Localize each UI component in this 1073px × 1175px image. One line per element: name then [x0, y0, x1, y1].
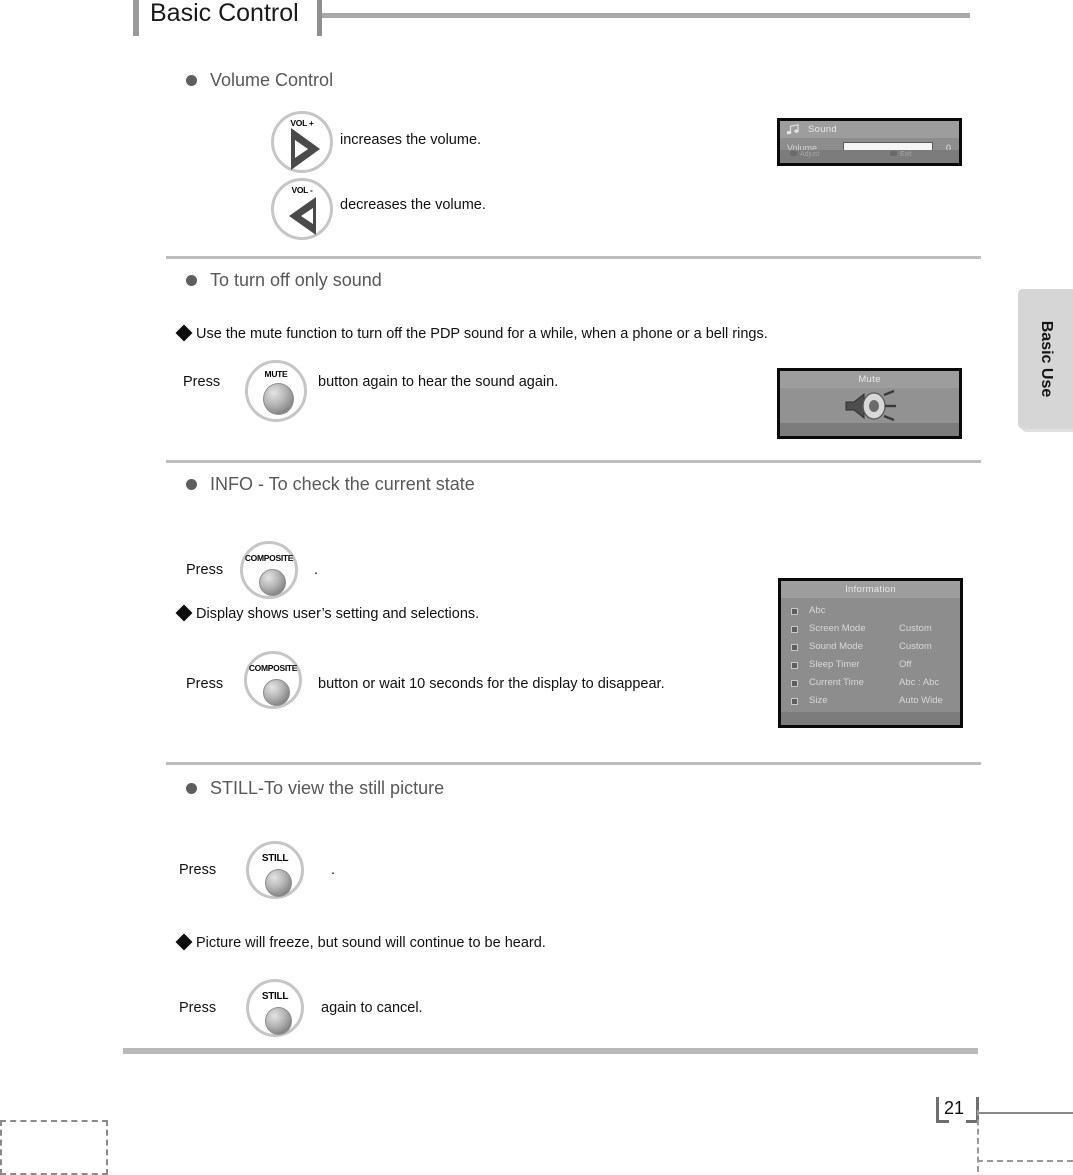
side-tab-label: Basic Use [1037, 320, 1055, 398]
divider-2 [166, 460, 981, 463]
row-marker-icon [791, 680, 798, 687]
still-press-prefix-2: Press [179, 1000, 217, 1016]
header-left-bar [133, 0, 139, 36]
header-rule [322, 13, 970, 18]
row-marker-icon [791, 662, 798, 669]
osd-mute-panel: Mute [777, 368, 962, 439]
info-press-prefix: Press [186, 562, 224, 578]
bottom-left-box [0, 1120, 108, 1175]
composite-button-1[interactable]: COMPOSITE [240, 541, 298, 599]
mute-button-label: MUTE [264, 369, 288, 379]
bullet-icon [186, 75, 197, 86]
row-marker-icon [791, 608, 798, 615]
bullet-icon [186, 275, 197, 286]
table-row: Sound Mode Custom [781, 639, 960, 657]
table-row: Current Time Abc : Abc [781, 675, 960, 693]
still-button-label-1: STILL [261, 853, 289, 864]
page-number: 21 [944, 1098, 965, 1118]
diamond-bullet-icon [175, 933, 193, 951]
bottom-rule [123, 1048, 978, 1054]
vol-up-label: VOL + [290, 118, 314, 128]
row-marker-icon [791, 626, 798, 633]
mute-button[interactable]: MUTE [245, 360, 307, 422]
composite-button-label-2: COMPOSITE [248, 663, 298, 673]
page-header: Basic Control [0, 0, 1073, 42]
osd-information-footer [781, 712, 960, 725]
mute-knob-icon [263, 383, 294, 415]
vol-down-button[interactable]: VOL - [271, 178, 333, 240]
vol-up-description: increases the volume. [340, 132, 482, 148]
still-press-suffix: . [331, 862, 336, 878]
composite-button-2[interactable]: COMPOSITE [244, 651, 302, 709]
composite-knob-icon-1 [259, 569, 286, 596]
vol-down-label: VOL - [291, 185, 313, 195]
diamond-bullet-icon [175, 604, 193, 622]
triangle-left-icon [289, 197, 316, 235]
page-number-left-foot [936, 1120, 949, 1123]
still-press-prefix: Press [179, 862, 217, 878]
still-knob-icon-1 [265, 869, 292, 897]
still-knob-icon-2 [265, 1007, 292, 1035]
osd-exit-hint: Exit [890, 151, 912, 158]
info-press-prefix-2: Press [186, 676, 224, 692]
osd-adjust-hint: Adjust [790, 151, 819, 158]
osd-information-panel: Information Abc Screen Mode Custom Sound… [778, 578, 963, 728]
side-tab-basic-use[interactable]: Basic Use [1018, 289, 1073, 429]
page-title: Basic Control [150, 0, 299, 27]
still-note: Picture will freeze, but sound will cont… [175, 933, 546, 951]
row-marker-icon [791, 644, 798, 651]
table-row: Abc [781, 603, 960, 621]
osd-sound-panel: Sound Volume 0 Adjust Exit [777, 118, 962, 166]
still-button-2[interactable]: STILL [246, 979, 304, 1037]
section-heading-info: INFO - To check the current state [186, 474, 475, 495]
corner-solid-line [979, 1112, 1073, 1114]
vol-down-description: decreases the volume. [340, 197, 486, 213]
row-marker-icon [791, 698, 798, 705]
vol-up-button[interactable]: VOL + [271, 111, 333, 173]
composite-knob-icon-2 [263, 679, 290, 706]
osd-mute-body [780, 388, 959, 423]
mute-note: Use the mute function to turn off the PD… [175, 324, 768, 342]
info-press-suffix-2: button or wait 10 seconds for the displa… [318, 676, 665, 692]
exit-button-icon [890, 151, 897, 156]
composite-button-label-1: COMPOSITE [244, 553, 294, 563]
bullet-icon [186, 783, 197, 794]
bullet-icon [186, 479, 197, 490]
osd-sound-footer: Adjust Exit [780, 150, 959, 163]
corner-dashed-vertical [977, 1110, 979, 1172]
sound-note-icon [786, 124, 799, 135]
still-button-1[interactable]: STILL [246, 841, 304, 899]
dpad-icon [790, 151, 797, 156]
divider-1 [166, 256, 981, 259]
still-button-label-2: STILL [261, 991, 289, 1002]
info-press-suffix: . [314, 562, 319, 578]
osd-information-title: Information [781, 581, 960, 598]
table-row: Sleep Timer Off [781, 657, 960, 675]
table-row: Screen Mode Custom [781, 621, 960, 639]
section-heading-still: STILL-To view the still picture [186, 778, 444, 799]
info-note: Display shows user’s setting and selecti… [175, 604, 479, 622]
osd-information-rows: Abc Screen Mode Custom Sound Mode Custom… [781, 600, 960, 711]
mute-press-suffix: button again to hear the sound again. [318, 374, 559, 390]
diamond-bullet-icon [175, 324, 193, 342]
still-press-suffix-2: again to cancel. [321, 1000, 423, 1016]
mute-speaker-icon [845, 389, 896, 421]
section-heading-turn-off-sound: To turn off only sound [186, 270, 382, 291]
osd-sound-title: Sound [780, 121, 959, 138]
section-heading-volume-control: Volume Control [186, 70, 333, 91]
header-right-bar [317, 0, 322, 36]
corner-dashed-horizontal [977, 1160, 1073, 1162]
osd-mute-title: Mute [780, 371, 959, 388]
divider-3 [166, 762, 981, 765]
mute-press-prefix: Press [183, 374, 221, 390]
table-row: Size Auto Wide [781, 693, 960, 711]
triangle-right-icon [291, 128, 320, 170]
osd-mute-footer [780, 423, 959, 436]
